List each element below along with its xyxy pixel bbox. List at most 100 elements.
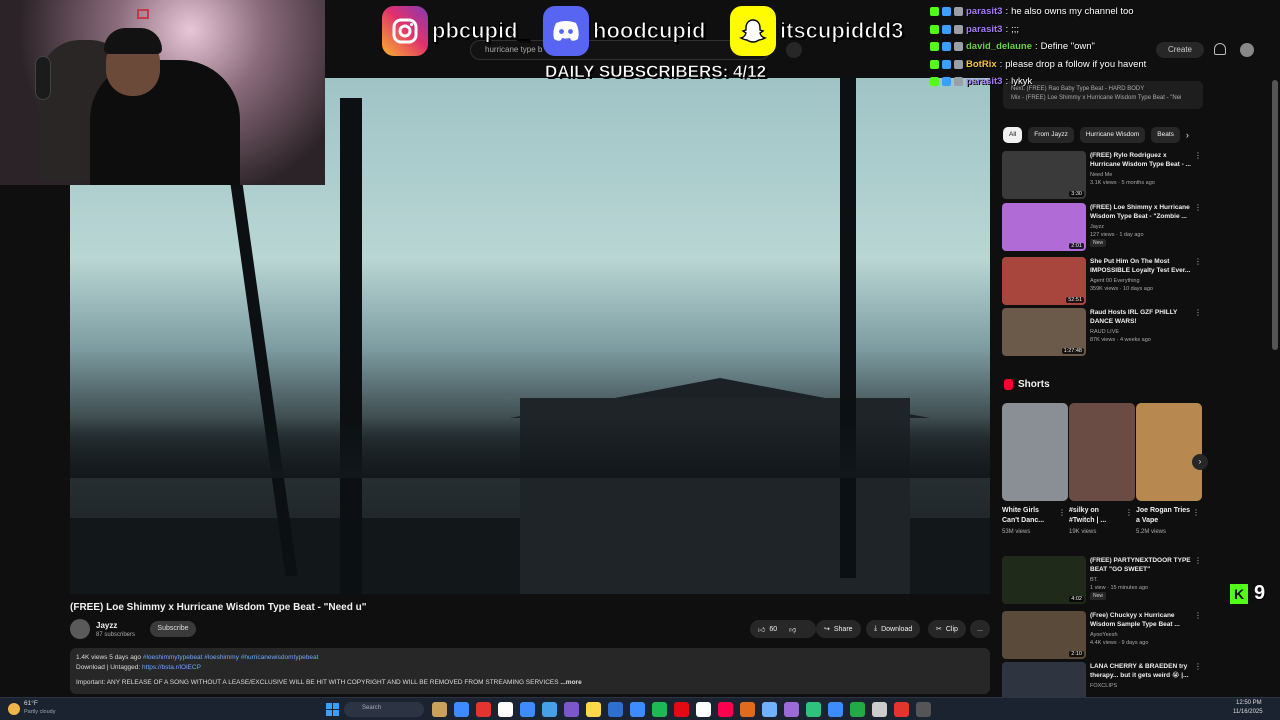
beat-store-link[interactable]: https://bsta.r/lOlECP (142, 664, 201, 671)
video-thumbnail[interactable]: 2:01 (1002, 203, 1086, 251)
taskbar-app-icon[interactable] (806, 702, 821, 717)
recommended-video-title[interactable]: (FREE) Loe Shimmy x Hurricane Wisdom Typ… (1090, 203, 1194, 221)
recommended-video-title[interactable]: (FREE) Rylo Rodriguez x Hurricane Wisdom… (1090, 151, 1194, 169)
recommended-video[interactable]: 4:02 (FREE) PARTYNEXTDOOR TYPE BEAT "GO S… (1002, 556, 1202, 606)
more-options-icon[interactable]: ⋮ (1194, 556, 1202, 565)
taskbar-app-icon[interactable] (850, 702, 865, 717)
taskbar-app-icon[interactable] (520, 702, 535, 717)
hashtags[interactable]: #loeshimmytypebeat #loeshimmy #hurricane… (143, 654, 319, 661)
recommended-channel[interactable]: Agent 00 Everything (1090, 277, 1198, 285)
more-options-icon[interactable]: ⋮ (1194, 611, 1202, 620)
taskbar-app-icon[interactable] (542, 702, 557, 717)
recommended-video[interactable]: 3:30 (FREE) Rylo Rodriguez x Hurricane Wi… (1002, 151, 1202, 201)
taskbar-app-icon[interactable] (828, 702, 843, 717)
taskbar-app-icon[interactable] (564, 702, 579, 717)
subscribe-button[interactable]: Subscribe (150, 621, 196, 637)
more-options-icon[interactable]: ⋮ (1194, 308, 1202, 317)
chat-username[interactable]: BotRix (966, 59, 997, 70)
chat-username[interactable]: parasit3 (966, 76, 1002, 87)
recommended-channel[interactable]: FOXCLIPS (1090, 682, 1198, 690)
share-button[interactable]: ↪ Share (816, 620, 861, 638)
recommended-video-title[interactable]: (FREE) PARTYNEXTDOOR TYPE BEAT "GO SWEET… (1090, 556, 1194, 574)
recommended-video-title[interactable]: She Put Him On The Most IMPOSSIBLE Loyal… (1090, 257, 1194, 275)
chat-username[interactable]: parasit3 (966, 24, 1002, 35)
taskbar-app-icon[interactable] (630, 702, 645, 717)
more-actions-button[interactable]: ... (970, 620, 990, 638)
windows-start-icon[interactable] (326, 703, 339, 716)
recommended-channel[interactable]: Need Me (1090, 171, 1198, 179)
chat-username[interactable]: david_delaune (966, 41, 1032, 52)
chat-username[interactable]: parasit3 (966, 6, 1002, 17)
clock-date[interactable]: 11/16/2025 (1233, 709, 1263, 715)
recommended-channel[interactable]: Jayzz (1090, 223, 1198, 231)
chip-from-jayzz[interactable]: From Jayzz (1028, 127, 1074, 143)
short-thumbnail[interactable] (1069, 403, 1135, 501)
chip-beats[interactable]: Beats (1151, 127, 1180, 143)
download-button[interactable]: ⤓ Download (866, 620, 921, 638)
taskbar-search[interactable]: Search (344, 702, 424, 717)
more-options-icon[interactable]: ⋮ (1194, 662, 1202, 671)
short-thumbnail[interactable] (1136, 403, 1202, 501)
more-options-icon[interactable]: ⋮ (1125, 508, 1133, 517)
taskbar-app-icon[interactable] (784, 702, 799, 717)
chip-hurricane-wisdom[interactable]: Hurricane Wisdom (1079, 127, 1146, 143)
taskbar-app-icon[interactable] (652, 702, 667, 717)
video-thumbnail[interactable]: 3:30 (1002, 151, 1086, 199)
taskbar-app-icon[interactable] (916, 702, 931, 717)
chevron-right-icon[interactable]: › (1186, 127, 1189, 143)
account-avatar[interactable] (1240, 43, 1254, 57)
recommended-video[interactable]: 1:27:48 Raud Hosts IRL GZF PHILLY DANCE W… (1002, 308, 1202, 358)
recommended-video-title[interactable]: (Free) Chuckyy x Hurricane Wisdom Sample… (1090, 611, 1194, 629)
more-options-icon[interactable]: ⋮ (1192, 508, 1200, 517)
more-options-icon[interactable]: ⋮ (1194, 257, 1202, 266)
video-thumbnail[interactable]: 52:51 (1002, 257, 1086, 305)
weather-icon[interactable] (8, 703, 20, 715)
taskbar-app-icon[interactable] (718, 702, 733, 717)
chip-all[interactable]: All (1003, 127, 1023, 143)
weather-description[interactable]: Partly cloudy (24, 709, 56, 715)
taskbar-app-icon[interactable] (586, 702, 601, 717)
video-description[interactable]: 1.4K views 5 days ago #loeshimmytypebeat… (70, 648, 990, 694)
channel-name[interactable]: Jayzz (96, 621, 117, 630)
video-thumbnail[interactable]: 4:02 (1002, 556, 1086, 604)
clip-label: Clip (945, 625, 958, 633)
video-thumbnail[interactable]: 1:27:48 (1002, 308, 1086, 356)
recommended-channel[interactable]: BT. (1090, 576, 1198, 584)
recommended-video-title[interactable]: LANA CHERRY & BRAEDEN try therapy... but… (1090, 662, 1194, 680)
more-options-icon[interactable]: ⋮ (1058, 508, 1066, 517)
channel-avatar[interactable] (70, 619, 90, 639)
short-title[interactable]: Joe Rogan Tries a Vape (1136, 506, 1192, 526)
show-more-link[interactable]: ...more (560, 679, 581, 686)
taskbar-app-icon[interactable] (476, 702, 491, 717)
recommended-video[interactable]: 2:01 (FREE) Loe Shimmy x Hurricane Wisdom… (1002, 203, 1202, 253)
taskbar-app-icon[interactable] (498, 702, 513, 717)
chevron-right-icon[interactable]: › (1192, 454, 1208, 470)
clip-button[interactable]: ✂ Clip (928, 620, 966, 638)
page-scrollbar[interactable] (1272, 80, 1278, 350)
recommended-video[interactable]: 2:10 (Free) Chuckyy x Hurricane Wisdom Sa… (1002, 611, 1202, 661)
taskbar-app-icon[interactable] (608, 702, 623, 717)
short-thumbnail[interactable] (1002, 403, 1068, 501)
clock-time[interactable]: 12:50 PM (1236, 700, 1262, 706)
taskbar-app-icon[interactable] (696, 702, 711, 717)
taskbar-app-icon[interactable] (454, 702, 469, 717)
recommended-channel[interactable]: AyooYeesh (1090, 631, 1198, 639)
recommended-video-title[interactable]: Raud Hosts IRL GZF PHILLY DANCE WARS! (1090, 308, 1194, 326)
recommended-video[interactable]: 52:51 She Put Him On The Most IMPOSSIBLE … (1002, 257, 1202, 307)
thumbs-down-icon[interactable]: 👎︎ (789, 625, 796, 634)
like-button[interactable]: 👍︎ 60 👎︎ (750, 620, 816, 638)
weather-temperature[interactable]: 61°F (24, 700, 38, 707)
short-title[interactable]: White Girls Can't Danc... (1002, 506, 1058, 526)
taskbar-app-icon[interactable] (740, 702, 755, 717)
video-thumbnail[interactable]: 2:10 (1002, 611, 1086, 659)
taskbar-app-icon[interactable] (762, 702, 777, 717)
more-options-icon[interactable]: ⋮ (1194, 151, 1202, 160)
video-frame-tree (224, 139, 298, 577)
more-options-icon[interactable]: ⋮ (1194, 203, 1202, 212)
taskbar-app-icon[interactable] (674, 702, 689, 717)
taskbar-app-icon[interactable] (432, 702, 447, 717)
recommended-channel[interactable]: RAUD LIVE (1090, 328, 1198, 336)
taskbar-app-icon[interactable] (894, 702, 909, 717)
short-title[interactable]: #silky on #Twitch | ... (1069, 506, 1125, 526)
taskbar-app-icon[interactable] (872, 702, 887, 717)
